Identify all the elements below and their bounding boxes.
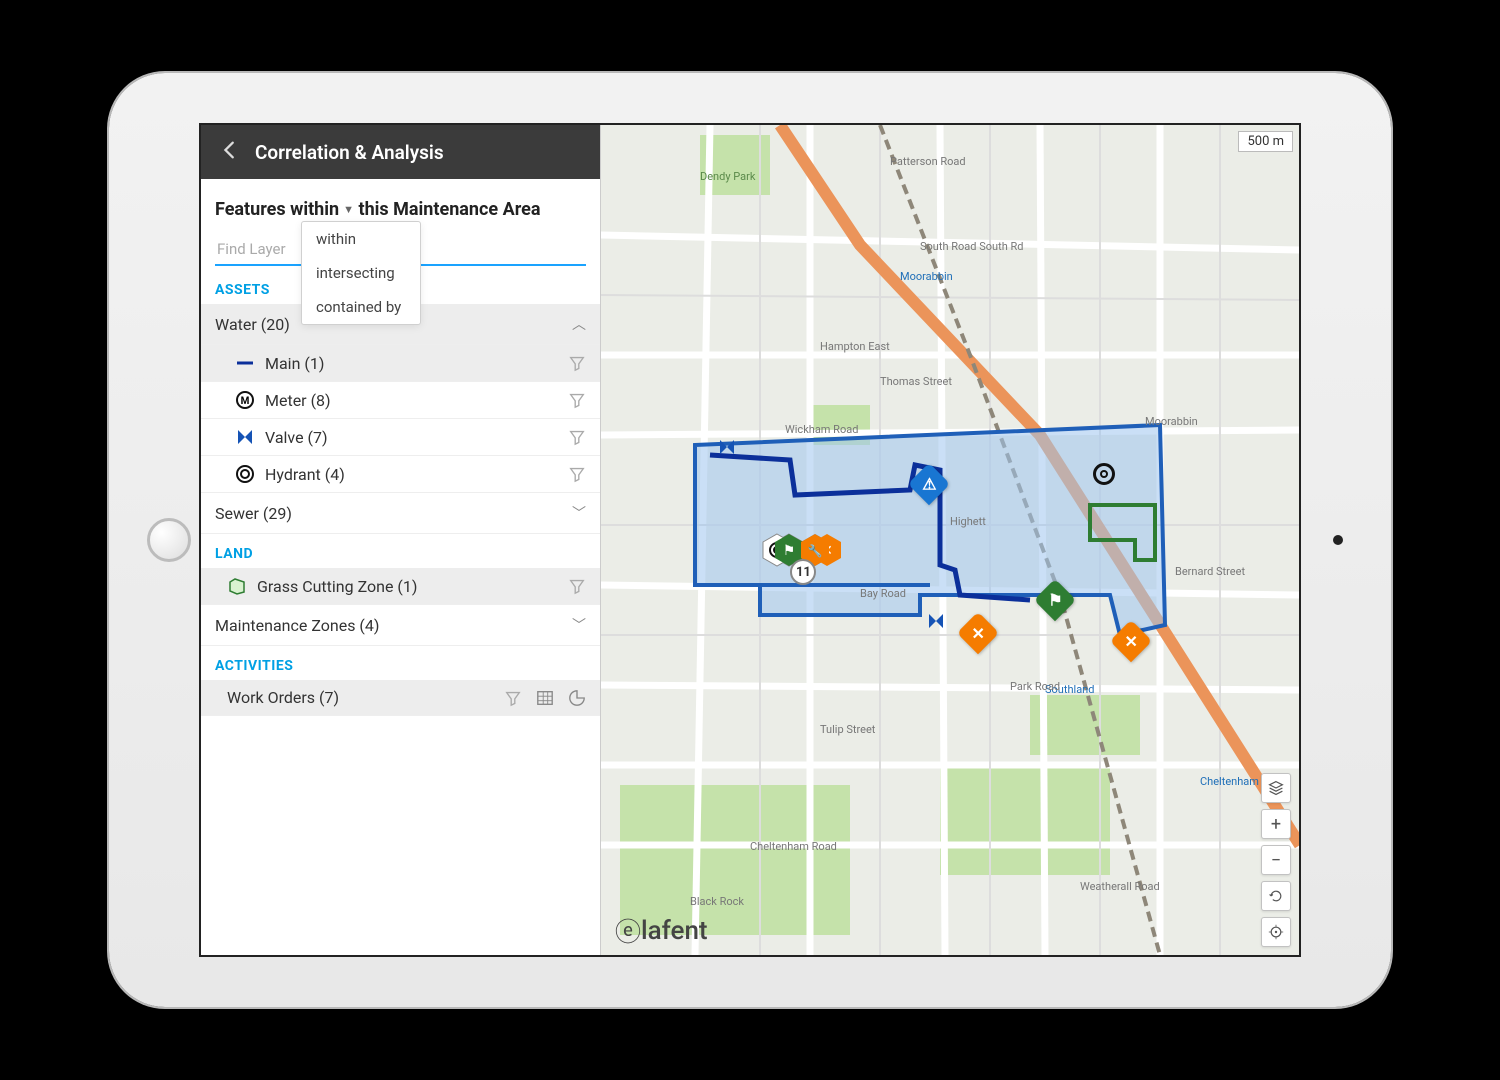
group-label: Sewer (29) <box>215 504 292 523</box>
svg-text:🔧: 🔧 <box>808 543 823 558</box>
filter-icon[interactable] <box>568 354 586 372</box>
line-icon <box>235 353 255 373</box>
svg-text:Weatherall Road: Weatherall Road <box>1080 880 1160 893</box>
sidebar: Correlation & Analysis Features within ▼… <box>201 125 601 955</box>
filter-icon[interactable] <box>568 391 586 409</box>
tablet-frame: Correlation & Analysis Features within ▼… <box>109 73 1391 1007</box>
svg-text:Park Road: Park Road <box>1010 680 1060 693</box>
svg-text:Hampton East: Hampton East <box>820 340 890 353</box>
filter-prefix: Features <box>215 199 286 220</box>
layer-hydrant[interactable]: Hydrant (4) <box>201 456 600 493</box>
map-canvas[interactable]: Patterson Road South Road South Rd Hampt… <box>601 125 1299 955</box>
hydrant-icon <box>235 464 255 484</box>
layer-valve[interactable]: Valve (7) <box>201 419 600 456</box>
cluster-count: 11 <box>790 559 816 585</box>
basemap: Patterson Road South Road South Rd Hampt… <box>601 125 1299 955</box>
svg-text:Cheltenham Road: Cheltenham Road <box>750 840 837 853</box>
cluster-marker[interactable]: ⚠ ✕ ⚑ 🔧 11 <box>758 533 848 613</box>
layer-maintenance-zones[interactable]: Maintenance Zones (4) ﹀ <box>201 605 600 646</box>
valve-marker[interactable] <box>926 611 946 635</box>
valve-icon <box>235 427 255 447</box>
chevron-down-icon: ▼ <box>343 203 354 216</box>
zoom-in-button[interactable]: + <box>1261 809 1291 839</box>
svg-text:Cheltenham: Cheltenham <box>1200 775 1259 788</box>
filter-suffix: this Maintenance Area <box>359 199 541 220</box>
camera-icon <box>1333 535 1343 545</box>
refresh-button[interactable] <box>1261 881 1291 911</box>
filter-icon[interactable] <box>504 689 522 707</box>
panel-title: Correlation & Analysis <box>255 141 444 164</box>
svg-text:Black Rock: Black Rock <box>690 895 744 908</box>
layer-main[interactable]: Main (1) <box>201 345 600 382</box>
chevron-down-icon: ﹀ <box>572 503 586 523</box>
filter-dropdown-trigger[interactable]: within ▼ <box>290 199 354 220</box>
workorder-marker[interactable]: ✕ <box>1116 626 1146 656</box>
filter-icon[interactable] <box>568 465 586 483</box>
section-header-land: LAND <box>201 534 600 568</box>
svg-text:Moorabbin: Moorabbin <box>900 270 953 283</box>
layers-button[interactable] <box>1261 773 1291 803</box>
svg-text:Moorabbin: Moorabbin <box>1145 415 1198 428</box>
section-header-activities: ACTIVITIES <box>201 646 600 680</box>
svg-text:Dendy Park: Dendy Park <box>700 170 756 183</box>
svg-text:Highett: Highett <box>950 515 986 528</box>
svg-text:Wickham Road: Wickham Road <box>785 423 858 436</box>
meter-icon: M <box>235 390 255 410</box>
group-sewer[interactable]: Sewer (29) ﹀ <box>201 493 600 534</box>
svg-text:Patterson Road: Patterson Road <box>890 155 966 168</box>
zoom-out-button[interactable]: − <box>1261 845 1291 875</box>
chevron-up-icon: ︿ <box>572 314 586 334</box>
home-button[interactable] <box>147 518 191 562</box>
flag-marker[interactable]: ⚑ <box>1040 585 1070 615</box>
valve-marker[interactable] <box>717 437 737 461</box>
chart-icon[interactable] <box>568 689 586 707</box>
dropdown-option[interactable]: contained by <box>302 290 420 324</box>
hazard-marker[interactable]: ⚠ <box>914 469 944 499</box>
app-screen: Correlation & Analysis Features within ▼… <box>199 123 1301 957</box>
panel-header: Correlation & Analysis <box>201 125 600 179</box>
back-arrow-icon[interactable] <box>219 139 241 165</box>
filter-icon[interactable] <box>568 428 586 446</box>
map-controls: + − <box>1261 773 1291 947</box>
locate-button[interactable] <box>1261 917 1291 947</box>
filter-sentence: Features within ▼ this Maintenance Area … <box>201 179 600 226</box>
layer-meter[interactable]: M Meter (8) <box>201 382 600 419</box>
layer-work-orders[interactable]: Work Orders (7) <box>201 680 600 716</box>
hydrant-marker[interactable] <box>1093 463 1115 485</box>
svg-text:South Road South Rd: South Road South Rd <box>920 240 1023 253</box>
group-label: Water (20) <box>215 315 290 334</box>
svg-text:Bay Road: Bay Road <box>860 587 906 600</box>
brand-logo: ⓔelafentlafent <box>615 910 708 947</box>
svg-text:Thomas Street: Thomas Street <box>880 375 952 388</box>
workorder-marker[interactable]: ✕ <box>963 618 993 648</box>
dropdown-option[interactable]: within <box>302 222 420 256</box>
layer-grass-zone[interactable]: Grass Cutting Zone (1) <box>201 568 600 605</box>
filter-dropdown[interactable]: within intersecting contained by <box>301 221 421 325</box>
svg-text:Bernard Street: Bernard Street <box>1175 565 1245 578</box>
scale-badge: 500 m <box>1238 131 1293 152</box>
svg-text:⚑: ⚑ <box>783 543 796 559</box>
filter-icon[interactable] <box>568 577 586 595</box>
svg-text:Tulip Street: Tulip Street <box>820 723 876 736</box>
table-icon[interactable] <box>536 689 554 707</box>
dropdown-option[interactable]: intersecting <box>302 256 420 290</box>
chevron-down-icon: ﹀ <box>572 615 586 635</box>
svg-text:M: M <box>241 396 250 407</box>
polygon-icon <box>227 576 247 596</box>
